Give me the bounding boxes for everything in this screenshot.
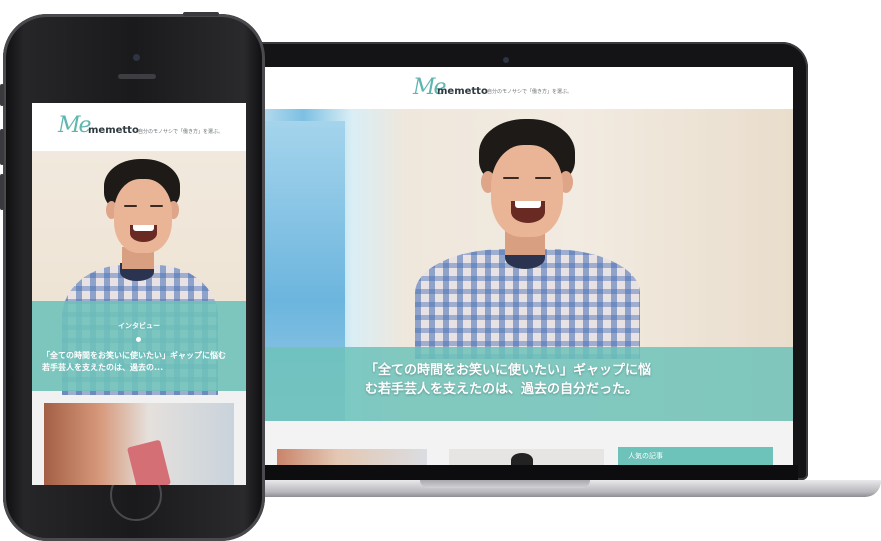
camera-icon xyxy=(503,57,509,63)
hero-person xyxy=(405,119,645,359)
camera-icon xyxy=(133,54,140,61)
site-header: Me memetto 自分のモノサシで「働き方」を選ぶ。 xyxy=(32,103,246,151)
speaker-grille xyxy=(118,74,156,79)
phone-top-button xyxy=(183,12,219,16)
thumbnail-person xyxy=(511,453,533,465)
hero-caption-band xyxy=(32,301,246,391)
hero-headline-line2: む若手芸人を支えたのは、過去の自分だった。 xyxy=(365,382,639,397)
phone-side-button xyxy=(0,174,4,210)
hero-image[interactable]: 「全ての時間をお笑いに使いたい」ギャップに悩 む若手芸人を支えたのは、過去の自分… xyxy=(255,109,793,421)
category-label[interactable]: インタビュー xyxy=(32,321,246,331)
site-tagline: 自分のモノサシで「働き方」を選ぶ。 xyxy=(138,129,224,135)
phone-screen: Me memetto 自分のモノサシで「働き方」を選ぶ。 インタビュー 「全ての… xyxy=(32,103,246,485)
hero-headline[interactable]: 「全ての時間をお笑いに使いたい」ギャップに悩 む若手芸人を支えたのは、過去の自分… xyxy=(365,361,685,399)
laptop-screen: Me memetto 自分のモノサシで「働き方」を選ぶ。 「全ての時間をお笑いに… xyxy=(255,67,793,465)
logo-wordmark: memetto xyxy=(88,125,139,136)
article-thumbnail[interactable] xyxy=(44,403,234,485)
phone-side-button xyxy=(0,129,4,165)
hero-headline-line2: 若手芸人を支えたのは、過去の... xyxy=(42,363,164,372)
sidebar-label: 人気の記事 xyxy=(628,452,663,460)
site-logo[interactable]: Me memetto 自分のモノサシで「働き方」を選ぶ。 xyxy=(58,113,246,141)
phone-frame: Me memetto 自分のモノサシで「働き方」を選ぶ。 インタビュー 「全ての… xyxy=(0,12,265,541)
thumbnail-smartphone xyxy=(126,439,172,485)
hero-headline-line1: 「全ての時間をお笑いに使いたい」ギャップに悩 xyxy=(365,363,652,378)
laptop-hinge xyxy=(250,465,798,480)
slide-indicator[interactable] xyxy=(136,337,141,342)
hero-headline[interactable]: 「全ての時間をお笑いに使いたい」ギャップに悩む 若手芸人を支えたのは、過去の..… xyxy=(42,350,242,374)
phone-side-button xyxy=(0,84,4,106)
hero-image[interactable]: インタビュー 「全ての時間をお笑いに使いたい」ギャップに悩む 若手芸人を支えたの… xyxy=(32,151,246,395)
sidebar-popular[interactable]: 人気の記事 xyxy=(618,447,773,465)
hero-headline-line1: 「全ての時間をお笑いに使いたい」ギャップに悩む xyxy=(42,351,226,360)
laptop-notch xyxy=(420,480,590,488)
site-header: Me memetto 自分のモノサシで「働き方」を選ぶ。 xyxy=(255,67,793,109)
article-thumbnail[interactable] xyxy=(449,449,604,465)
article-list: 人気の記事 xyxy=(255,421,793,465)
site-logo[interactable]: Me memetto 自分のモノサシで「働き方」を選ぶ。 xyxy=(413,75,643,101)
site-tagline: 自分のモノサシで「働き方」を選ぶ。 xyxy=(487,89,573,95)
logo-script: Me xyxy=(58,113,92,138)
article-thumbnail[interactable] xyxy=(277,449,427,465)
logo-wordmark: memetto xyxy=(437,86,488,97)
